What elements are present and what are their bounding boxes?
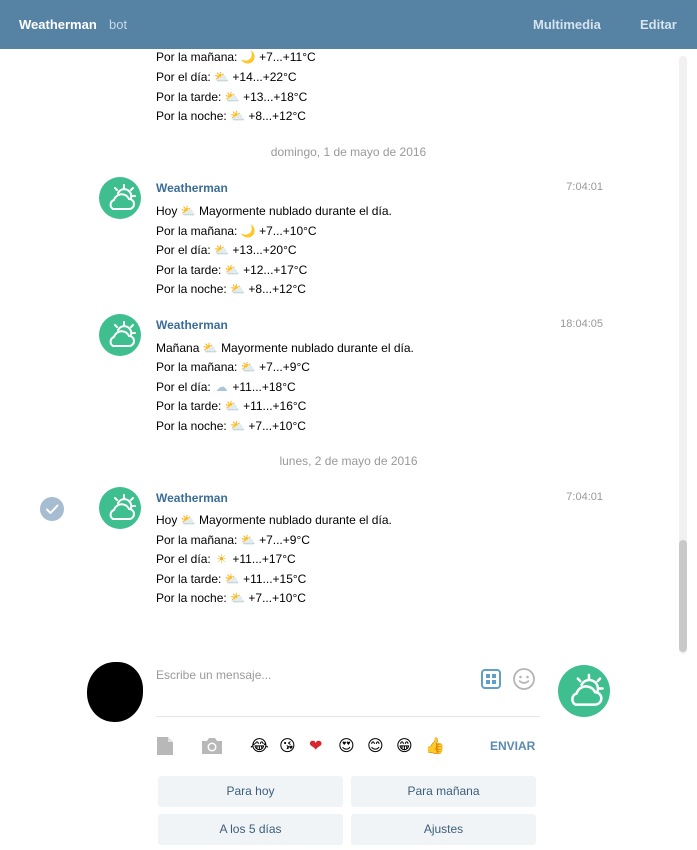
user-avatar[interactable] — [87, 662, 143, 722]
message-line: Por la mañana: 🌙 +7...+10°C — [156, 224, 317, 238]
message-line: Por la tarde: ⛅ +11...+15°C — [156, 572, 307, 586]
smiley-icon — [513, 668, 535, 690]
message-history[interactable]: Por la mañana: 🌙 +7...+11°C Por el día: … — [0, 49, 697, 649]
bot-badge: bot — [109, 17, 128, 32]
keyboard-button-today[interactable]: Para hoy — [158, 776, 343, 807]
multimedia-button[interactable]: Multimedia — [533, 17, 601, 32]
cloud-icon: ☁ — [215, 380, 228, 394]
partly-cloudy-icon: ⛅ — [202, 341, 218, 355]
document-icon — [157, 737, 173, 755]
bot-avatar[interactable] — [99, 487, 141, 529]
grin-emoji-icon[interactable]: 😁 — [396, 737, 413, 755]
message-line: Hoy ⛅ Mayormente nublado durante el día. — [156, 204, 392, 218]
weather-cloud-icon — [571, 673, 604, 706]
message-line: Por la tarde: ⛅ +13...+18°C — [156, 90, 308, 104]
sun-icon: ☀ — [216, 552, 227, 566]
kiss-emoji-icon[interactable]: 😘 — [279, 737, 296, 755]
camera-icon — [202, 738, 222, 754]
keyboard-button-tomorrow[interactable]: Para mañana — [351, 776, 536, 807]
partly-cloudy-icon: ⛅ — [224, 572, 240, 586]
joy-emoji-icon[interactable]: 😂 — [250, 737, 269, 755]
message-line: Por la noche: ⛅ +8...+12°C — [156, 282, 306, 296]
partly-cloudy-icon: ⛅ — [230, 282, 246, 296]
message-line: Por la tarde: ⛅ +12...+17°C — [156, 263, 308, 277]
partly-cloudy-icon: ⛅ — [180, 204, 196, 218]
selected-check-icon[interactable] — [40, 497, 64, 521]
partly-cloudy-icon: ⛅ — [230, 109, 246, 123]
message-line: Por la noche: ⛅ +8...+12°C — [156, 109, 306, 123]
blush-emoji-icon[interactable]: 😊 — [367, 737, 384, 755]
peer-bot-avatar[interactable] — [558, 665, 610, 717]
moon-icon: 🌙 — [240, 50, 256, 64]
partly-cloudy-icon: ⛅ — [214, 70, 230, 84]
moon-icon: 🌙 — [240, 224, 256, 238]
commands-grid-button[interactable] — [480, 668, 502, 693]
message-author[interactable]: Weatherman — [156, 181, 228, 195]
edit-button[interactable]: Editar — [640, 17, 677, 32]
message-time: 7:04:01 — [566, 491, 603, 503]
message-line: Mañana ⛅ Mayormente nublado durante el d… — [156, 341, 414, 355]
bot-avatar[interactable] — [99, 314, 141, 356]
thumbs-up-emoji-icon[interactable]: 👍 — [425, 737, 445, 755]
attach-photo-button[interactable] — [201, 737, 223, 758]
grid-icon — [481, 669, 501, 689]
message-line: Por la mañana: ⛅ +7...+9°C — [156, 360, 310, 374]
message-author[interactable]: Weatherman — [156, 318, 228, 332]
weather-cloud-icon — [109, 494, 136, 520]
message-line: Por la mañana: ⛅ +7...+9°C — [156, 533, 310, 547]
weather-cloud-icon — [109, 184, 136, 210]
message-line: Por el día: ⛅ +14...+22°C — [156, 70, 297, 84]
composer-divider — [156, 716, 540, 717]
message-line: Por el día: ☁ +11...+18°C — [156, 380, 296, 394]
message-line: Por el día: ⛅ +13...+20°C — [156, 243, 297, 257]
chat-header: Weatherman bot Multimedia Editar — [0, 0, 697, 49]
partly-cloudy-icon: ⛅ — [224, 263, 240, 277]
scrollbar-track[interactable] — [679, 56, 687, 654]
partly-cloudy-icon: ⛅ — [214, 243, 230, 257]
partly-cloudy-icon: ⛅ — [224, 399, 240, 413]
chat-title[interactable]: Weatherman — [19, 17, 97, 32]
partly-cloudy-icon: ⛅ — [240, 533, 256, 547]
heart-eyes-emoji-icon[interactable]: 😍 — [338, 737, 355, 755]
partly-cloudy-icon: ⛅ — [230, 419, 246, 433]
partly-cloudy-icon: ⛅ — [230, 591, 246, 605]
message-line: Hoy ⛅ Mayormente nublado durante el día. — [156, 513, 392, 527]
keyboard-button-five-days[interactable]: A los 5 días — [158, 814, 343, 845]
message-line: Por la noche: ⛅ +7...+10°C — [156, 419, 306, 433]
message-line: Por la mañana: 🌙 +7...+11°C — [156, 50, 316, 64]
message-time: 18:04:05 — [560, 318, 603, 330]
date-separator: domingo, 1 de mayo de 2016 — [270, 145, 427, 159]
emoji-picker-button[interactable] — [512, 667, 536, 694]
partly-cloudy-icon: ⛅ — [180, 513, 196, 527]
message-input[interactable] — [156, 660, 466, 690]
date-separator: lunes, 2 de mayo de 2016 — [279, 454, 418, 468]
message-line: Por la noche: ⛅ +7...+10°C — [156, 591, 306, 605]
bot-avatar[interactable] — [99, 177, 141, 219]
message-line: Por el día: ☀ +11...+17°C — [156, 552, 296, 566]
message-author[interactable]: Weatherman — [156, 491, 228, 505]
message-time: 7:04:01 — [566, 181, 603, 193]
attach-file-button[interactable] — [156, 736, 174, 759]
scrollbar-thumb[interactable] — [679, 540, 687, 652]
partly-cloudy-icon: ⛅ — [224, 90, 240, 104]
send-button[interactable]: ENVIAR — [490, 739, 535, 753]
heart-emoji-icon[interactable]: ❤ — [309, 737, 322, 755]
weather-cloud-icon — [109, 321, 136, 347]
partly-cloudy-icon: ⛅ — [240, 360, 256, 374]
message-line: Por la tarde: ⛅ +11...+16°C — [156, 399, 307, 413]
keyboard-button-settings[interactable]: Ajustes — [351, 814, 536, 845]
